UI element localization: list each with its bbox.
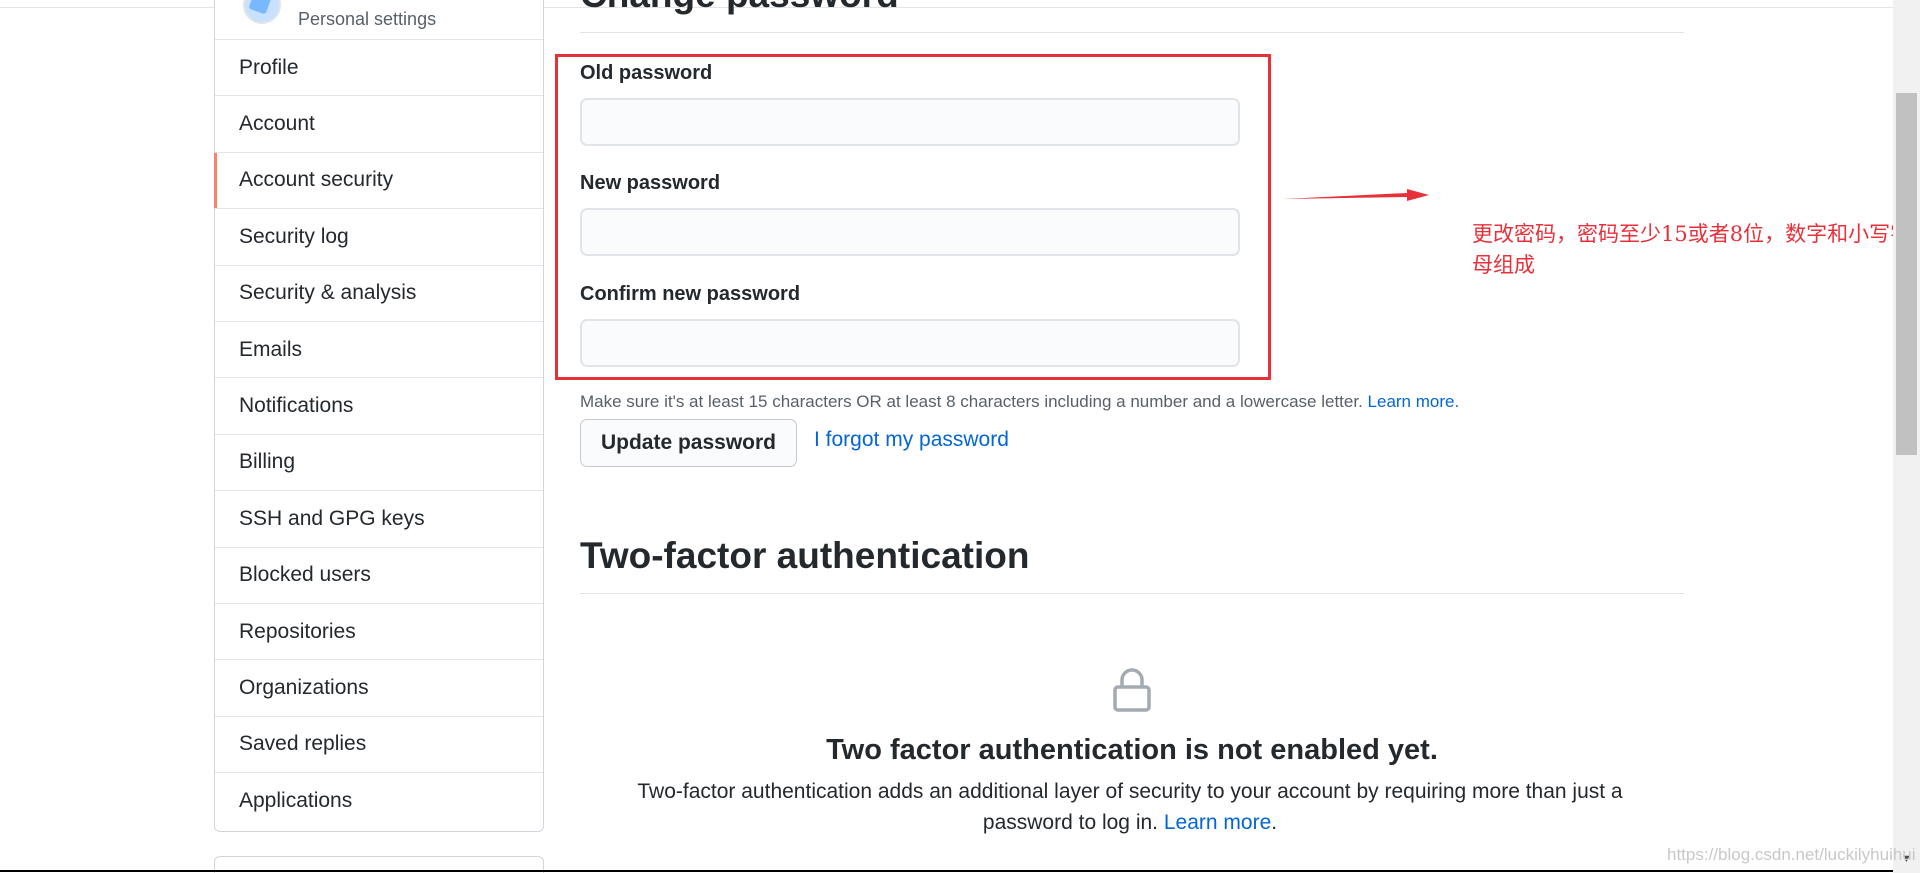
sidebar-item-ssh-gpg-keys[interactable]: SSH and GPG keys: [215, 491, 543, 548]
password-requirements-note: Make sure it's at least 15 characters OR…: [580, 392, 1459, 412]
sidebar-item-applications[interactable]: Applications: [215, 773, 543, 829]
sidebar-item-security-log[interactable]: Security log: [215, 209, 543, 266]
sidebar-item-repositories[interactable]: Repositories: [215, 604, 543, 661]
sidebar-item-billing[interactable]: Billing: [215, 435, 543, 492]
sidebar-item-blocked-users[interactable]: Blocked users: [215, 548, 543, 604]
two-factor-learn-more-link[interactable]: Learn more: [1164, 811, 1271, 834]
two-factor-description-text: Two-factor authentication adds an additi…: [637, 780, 1623, 834]
sidebar-subtitle: Personal settings: [298, 9, 437, 29]
annotation-highlight-box: [555, 54, 1271, 380]
sidebar-item-security-analysis[interactable]: Security & analysis: [215, 266, 543, 322]
two-factor-status-title: Two factor authentication is not enabled…: [826, 734, 1438, 766]
annotation-arrow-icon: [1283, 189, 1429, 201]
forgot-password-link[interactable]: I forgot my password: [814, 428, 1009, 452]
sidebar-item-notifications[interactable]: Notifications: [215, 378, 543, 435]
page-bottom-border: [0, 870, 1893, 872]
password-learn-more-link[interactable]: Learn more.: [1368, 392, 1460, 411]
sidebar-item-account-security[interactable]: Account security: [214, 152, 543, 210]
two-factor-description: Two-factor authentication adds an additi…: [630, 776, 1630, 838]
sidebar-header: Personal settings: [215, 0, 543, 40]
sidebar-item-profile[interactable]: Profile: [215, 40, 543, 97]
heading-divider: [580, 32, 1684, 33]
sidebar-item-account[interactable]: Account: [215, 96, 543, 153]
watermark: https://blog.csdn.net/luckilyhuihui: [1667, 845, 1916, 864]
two-factor-heading: Two-factor authentication: [580, 535, 1030, 576]
update-password-button[interactable]: Update password: [580, 419, 797, 467]
scrollbar-thumb[interactable]: [1896, 93, 1917, 455]
sidebar-item-organizations[interactable]: Organizations: [215, 660, 543, 717]
password-requirements-text: Make sure it's at least 15 characters OR…: [580, 392, 1363, 411]
sidebar-item-saved-replies[interactable]: Saved replies: [215, 717, 543, 774]
lock-icon: [1113, 668, 1151, 712]
sidebar-item-emails[interactable]: Emails: [215, 322, 543, 379]
page-scrollbar[interactable]: ▼: [1893, 0, 1920, 873]
avatar[interactable]: [243, 0, 281, 24]
two-factor-link-suffix: .: [1271, 811, 1278, 834]
change-password-heading: Change password: [580, 0, 899, 16]
annotation-text: 更改密码，密码至少15或者8位，数字和小写字母组成: [1472, 222, 1912, 277]
settings-sidebar: Personal settings Profile Account Accoun…: [214, 0, 544, 832]
two-factor-divider: [580, 593, 1684, 594]
